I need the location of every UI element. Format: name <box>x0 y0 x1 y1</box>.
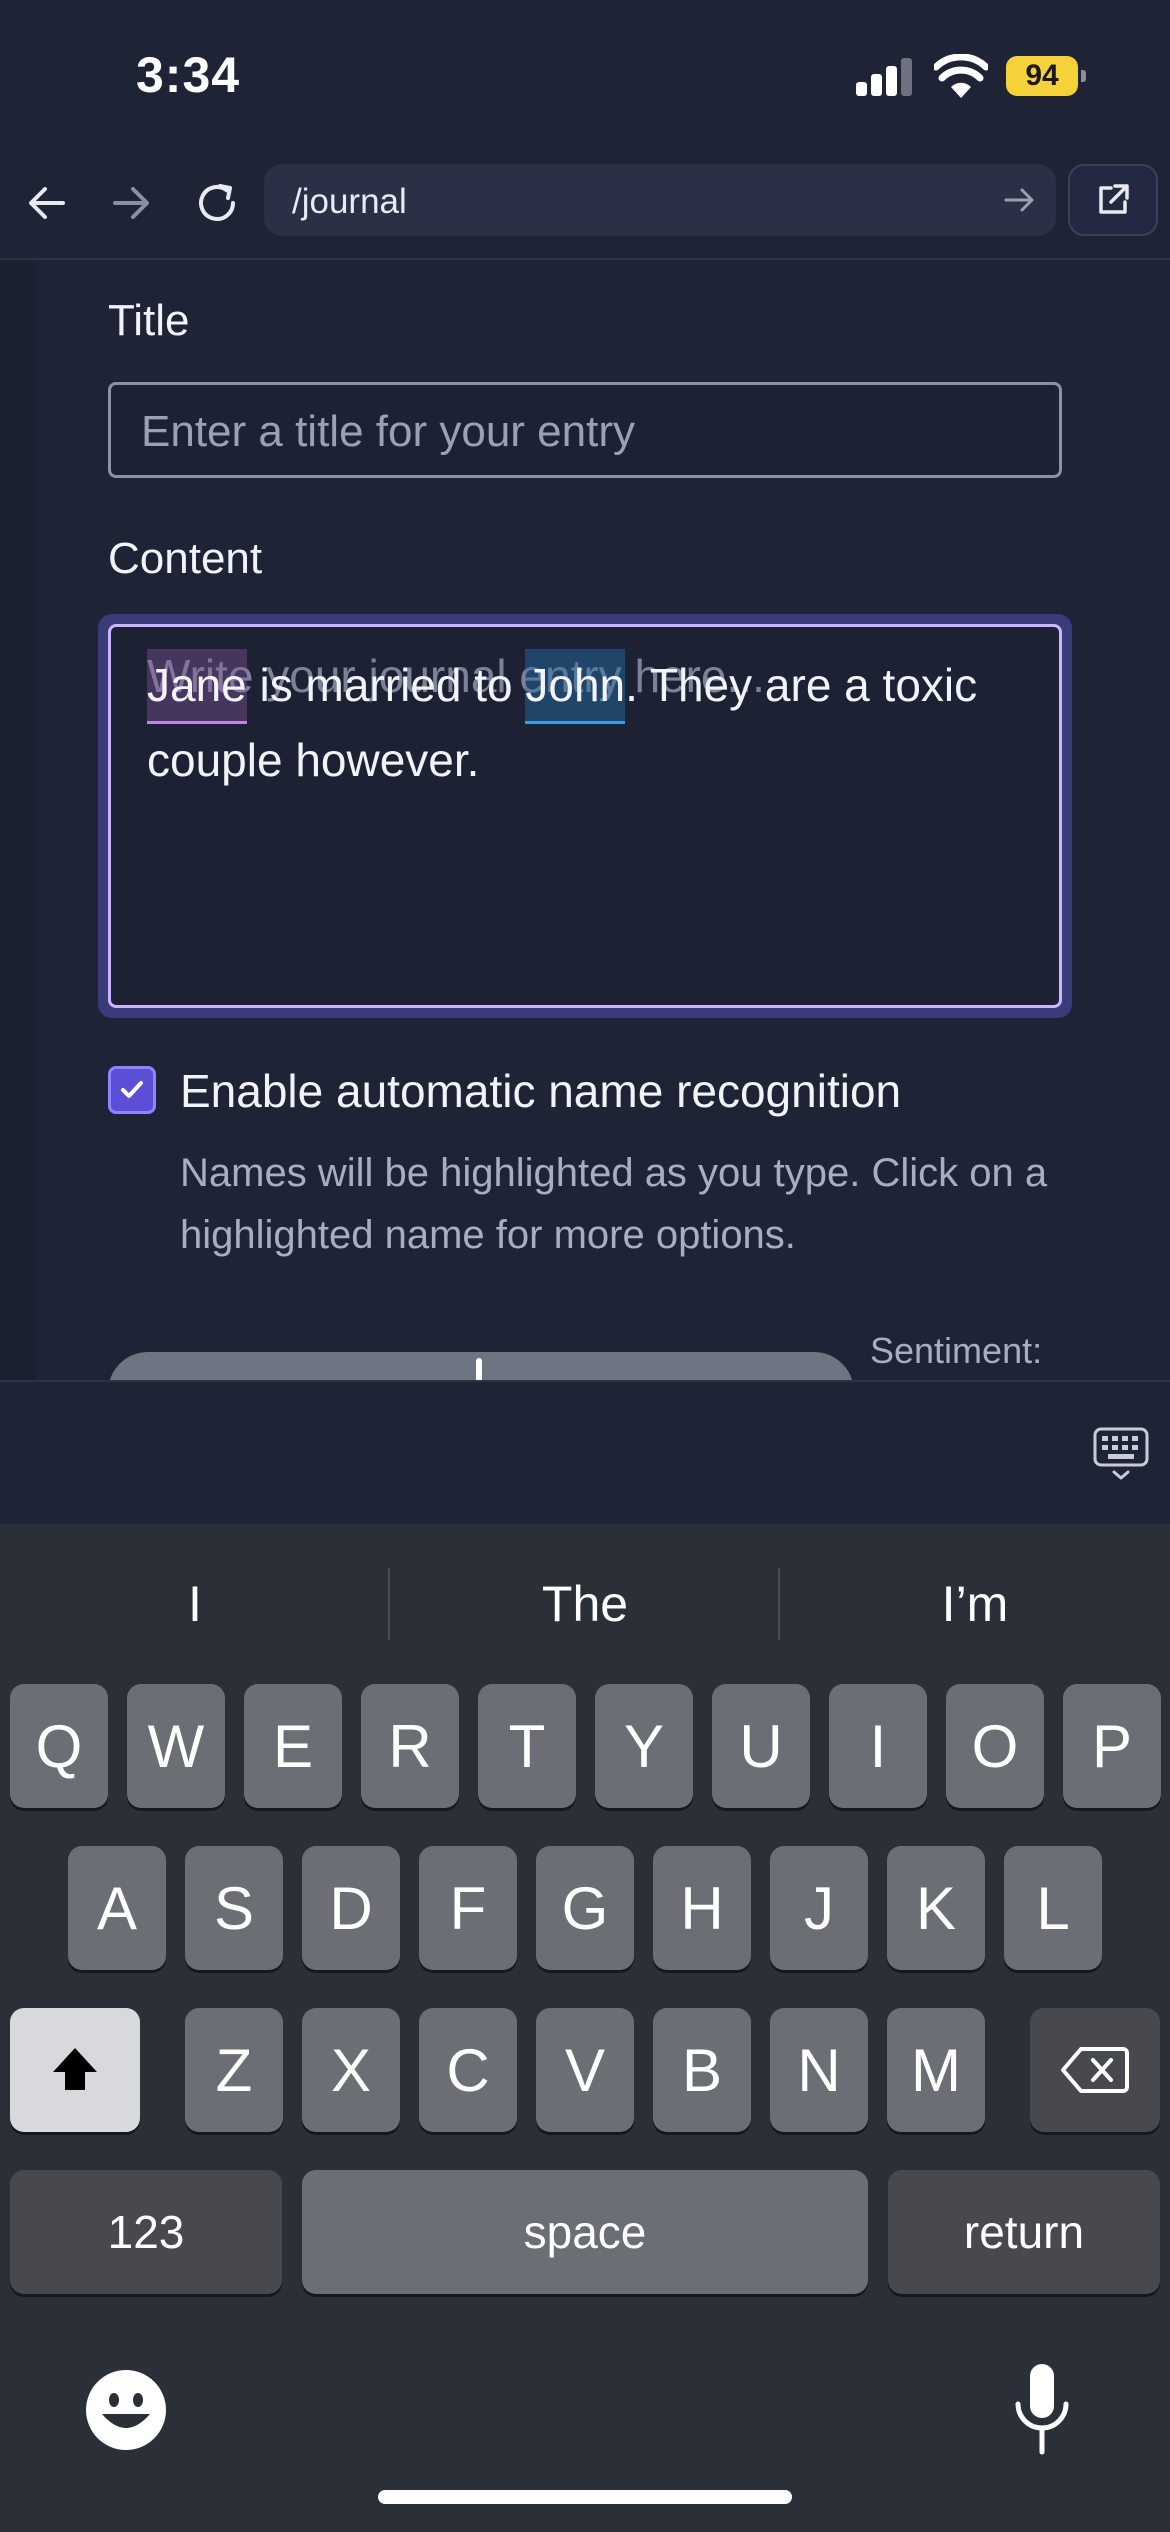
name-recognition-checkbox[interactable] <box>108 1066 156 1114</box>
wifi-icon <box>932 53 990 98</box>
numbers-key[interactable]: 123 <box>10 2170 282 2294</box>
key-c[interactable]: C <box>419 2008 517 2132</box>
content-textarea[interactable]: Write your journal entry here... Jane is… <box>108 624 1062 1008</box>
name-recognition-hint: Names will be highlighted as you type. C… <box>180 1151 1048 1257</box>
browser-toolbar: /journal <box>0 150 1170 260</box>
suggestion-3[interactable]: I’m <box>780 1544 1170 1664</box>
return-key-label: return <box>963 2206 1085 2258</box>
key-h[interactable]: H <box>653 1846 751 1970</box>
key-b[interactable]: B <box>653 2008 751 2132</box>
numbers-key-label: 123 <box>107 2206 185 2258</box>
key-x[interactable]: X <box>302 2008 400 2132</box>
text-cursor <box>476 1358 482 1380</box>
forward-button[interactable] <box>98 170 164 236</box>
key-d[interactable]: D <box>302 1846 400 1970</box>
name-recognition-label[interactable]: Enable automatic name recognition <box>180 1064 901 1118</box>
content-label: Content <box>108 534 263 583</box>
microphone-icon[interactable] <box>1010 2360 1074 2460</box>
url-text: /journal <box>292 182 407 221</box>
key-p[interactable]: P <box>1063 1684 1161 1808</box>
key-i[interactable]: I <box>829 1684 927 1808</box>
delete-key[interactable] <box>1030 2008 1160 2132</box>
arrow-right-icon <box>113 187 149 219</box>
key-e[interactable]: E <box>244 1684 342 1808</box>
external-link-icon <box>1099 184 1129 214</box>
key-r[interactable]: R <box>361 1684 459 1808</box>
key-w[interactable]: W <box>127 1684 225 1808</box>
key-v[interactable]: V <box>536 2008 634 2132</box>
status-bar: 3:34 94 <box>0 0 1170 150</box>
suggestion-1[interactable]: I <box>0 1544 390 1664</box>
battery-level: 94 <box>1006 56 1078 96</box>
key-s[interactable]: S <box>185 1846 283 1970</box>
key-j[interactable]: J <box>770 1846 868 1970</box>
return-key[interactable]: return <box>888 2170 1160 2294</box>
key-m[interactable]: M <box>887 2008 985 2132</box>
backspace-icon <box>1061 2047 1129 2093</box>
key-k[interactable]: K <box>887 1846 985 1970</box>
key-o[interactable]: O <box>946 1684 1044 1808</box>
open-external-button[interactable] <box>1068 164 1158 236</box>
highlighted-name-john[interactable]: John <box>525 649 626 724</box>
space-key-label: space <box>523 2206 647 2258</box>
reload-icon <box>199 184 235 221</box>
shift-key[interactable] <box>10 2008 140 2132</box>
emoji-icon[interactable] <box>84 2368 168 2452</box>
keyboard-dismiss-icon[interactable] <box>1092 1426 1150 1482</box>
keyboard-bottom-row <box>0 2344 1170 2474</box>
key-l[interactable]: L <box>1004 1846 1102 1970</box>
go-arrow-icon[interactable] <box>1002 182 1038 218</box>
arrow-left-icon <box>29 187 65 219</box>
sentiment-label: Sentiment: <box>870 1330 1043 1371</box>
content-text-part: is married to <box>246 659 526 711</box>
content-text: Jane is married to John. They are a toxi… <box>147 649 1027 796</box>
journal-form: Title Enter a title for your entry Conte… <box>0 262 1170 1380</box>
checkmark-icon <box>121 1081 143 1098</box>
title-placeholder: Enter a title for your entry <box>141 407 635 456</box>
cellular-signal-icon <box>856 58 914 96</box>
reload-button[interactable] <box>184 170 250 236</box>
key-q[interactable]: Q <box>10 1684 108 1808</box>
home-indicator[interactable] <box>378 2490 792 2504</box>
predictive-suggestions: I The I’m <box>0 1544 1170 1664</box>
key-g[interactable]: G <box>536 1846 634 1970</box>
title-label: Title <box>108 296 190 345</box>
title-input[interactable]: Enter a title for your entry <box>108 382 1062 478</box>
key-t[interactable]: T <box>478 1684 576 1808</box>
key-y[interactable]: Y <box>595 1684 693 1808</box>
key-z[interactable]: Z <box>185 2008 283 2132</box>
back-button[interactable] <box>14 170 80 236</box>
key-a[interactable]: A <box>68 1846 166 1970</box>
left-rail <box>0 262 36 1380</box>
suggestion-2[interactable]: The <box>390 1544 780 1664</box>
battery-icon: 94 <box>1006 56 1086 96</box>
keyboard-accessory-bar <box>0 1380 1170 1524</box>
status-time: 3:34 <box>136 47 241 103</box>
key-u[interactable]: U <box>712 1684 810 1808</box>
shift-arrow-icon <box>53 2048 97 2090</box>
highlighted-name-jane[interactable]: Jane <box>147 649 247 724</box>
key-n[interactable]: N <box>770 2008 868 2132</box>
key-f[interactable]: F <box>419 1846 517 1970</box>
space-key[interactable]: space <box>302 2170 868 2294</box>
onscreen-keyboard: I The I’m Q W E R T Y U I O P A S D F G … <box>0 1524 1170 2532</box>
url-field[interactable]: /journal <box>264 164 1056 236</box>
